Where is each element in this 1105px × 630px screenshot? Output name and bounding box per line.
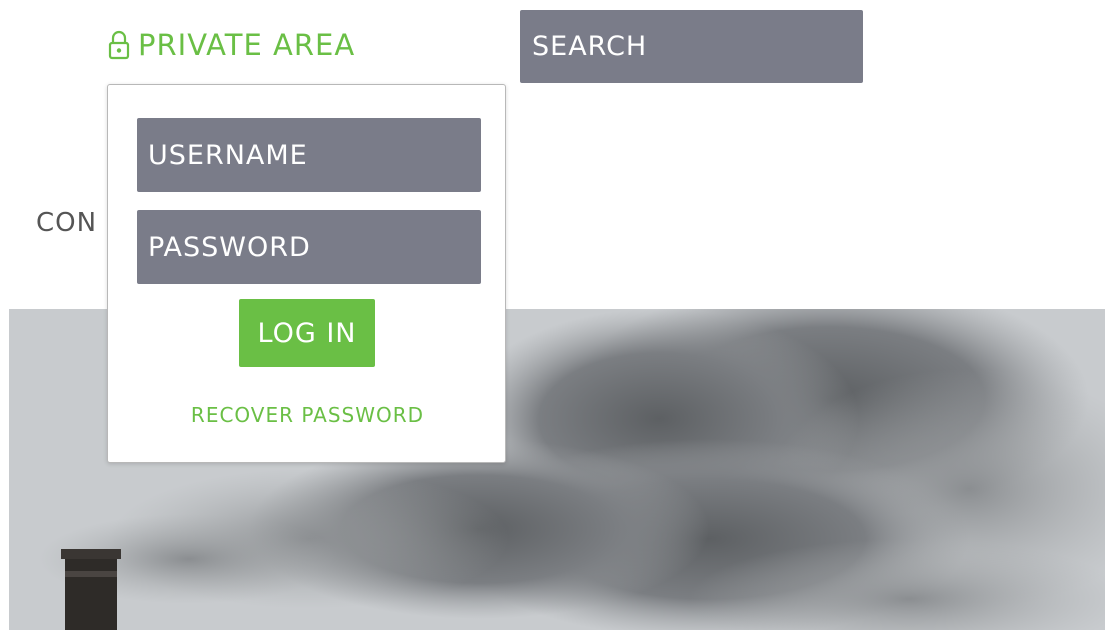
password-field[interactable] — [137, 210, 481, 284]
search-icon[interactable] — [874, 27, 932, 67]
login-button[interactable]: LOG IN — [239, 299, 375, 367]
search-box — [520, 10, 909, 83]
username-field[interactable] — [137, 118, 481, 192]
search-input[interactable] — [520, 10, 874, 83]
nav-item-partial[interactable]: CON — [36, 208, 97, 238]
login-dropdown: LOG IN RECOVER PASSWORD — [107, 84, 506, 463]
recover-password-link[interactable]: RECOVER PASSWORD — [108, 403, 507, 427]
private-area-label: PRIVATE AREA — [138, 28, 356, 62]
lock-icon — [108, 30, 130, 60]
page: PRIVATE AREA CON — [0, 0, 1105, 630]
private-area-link[interactable]: PRIVATE AREA — [108, 28, 355, 62]
